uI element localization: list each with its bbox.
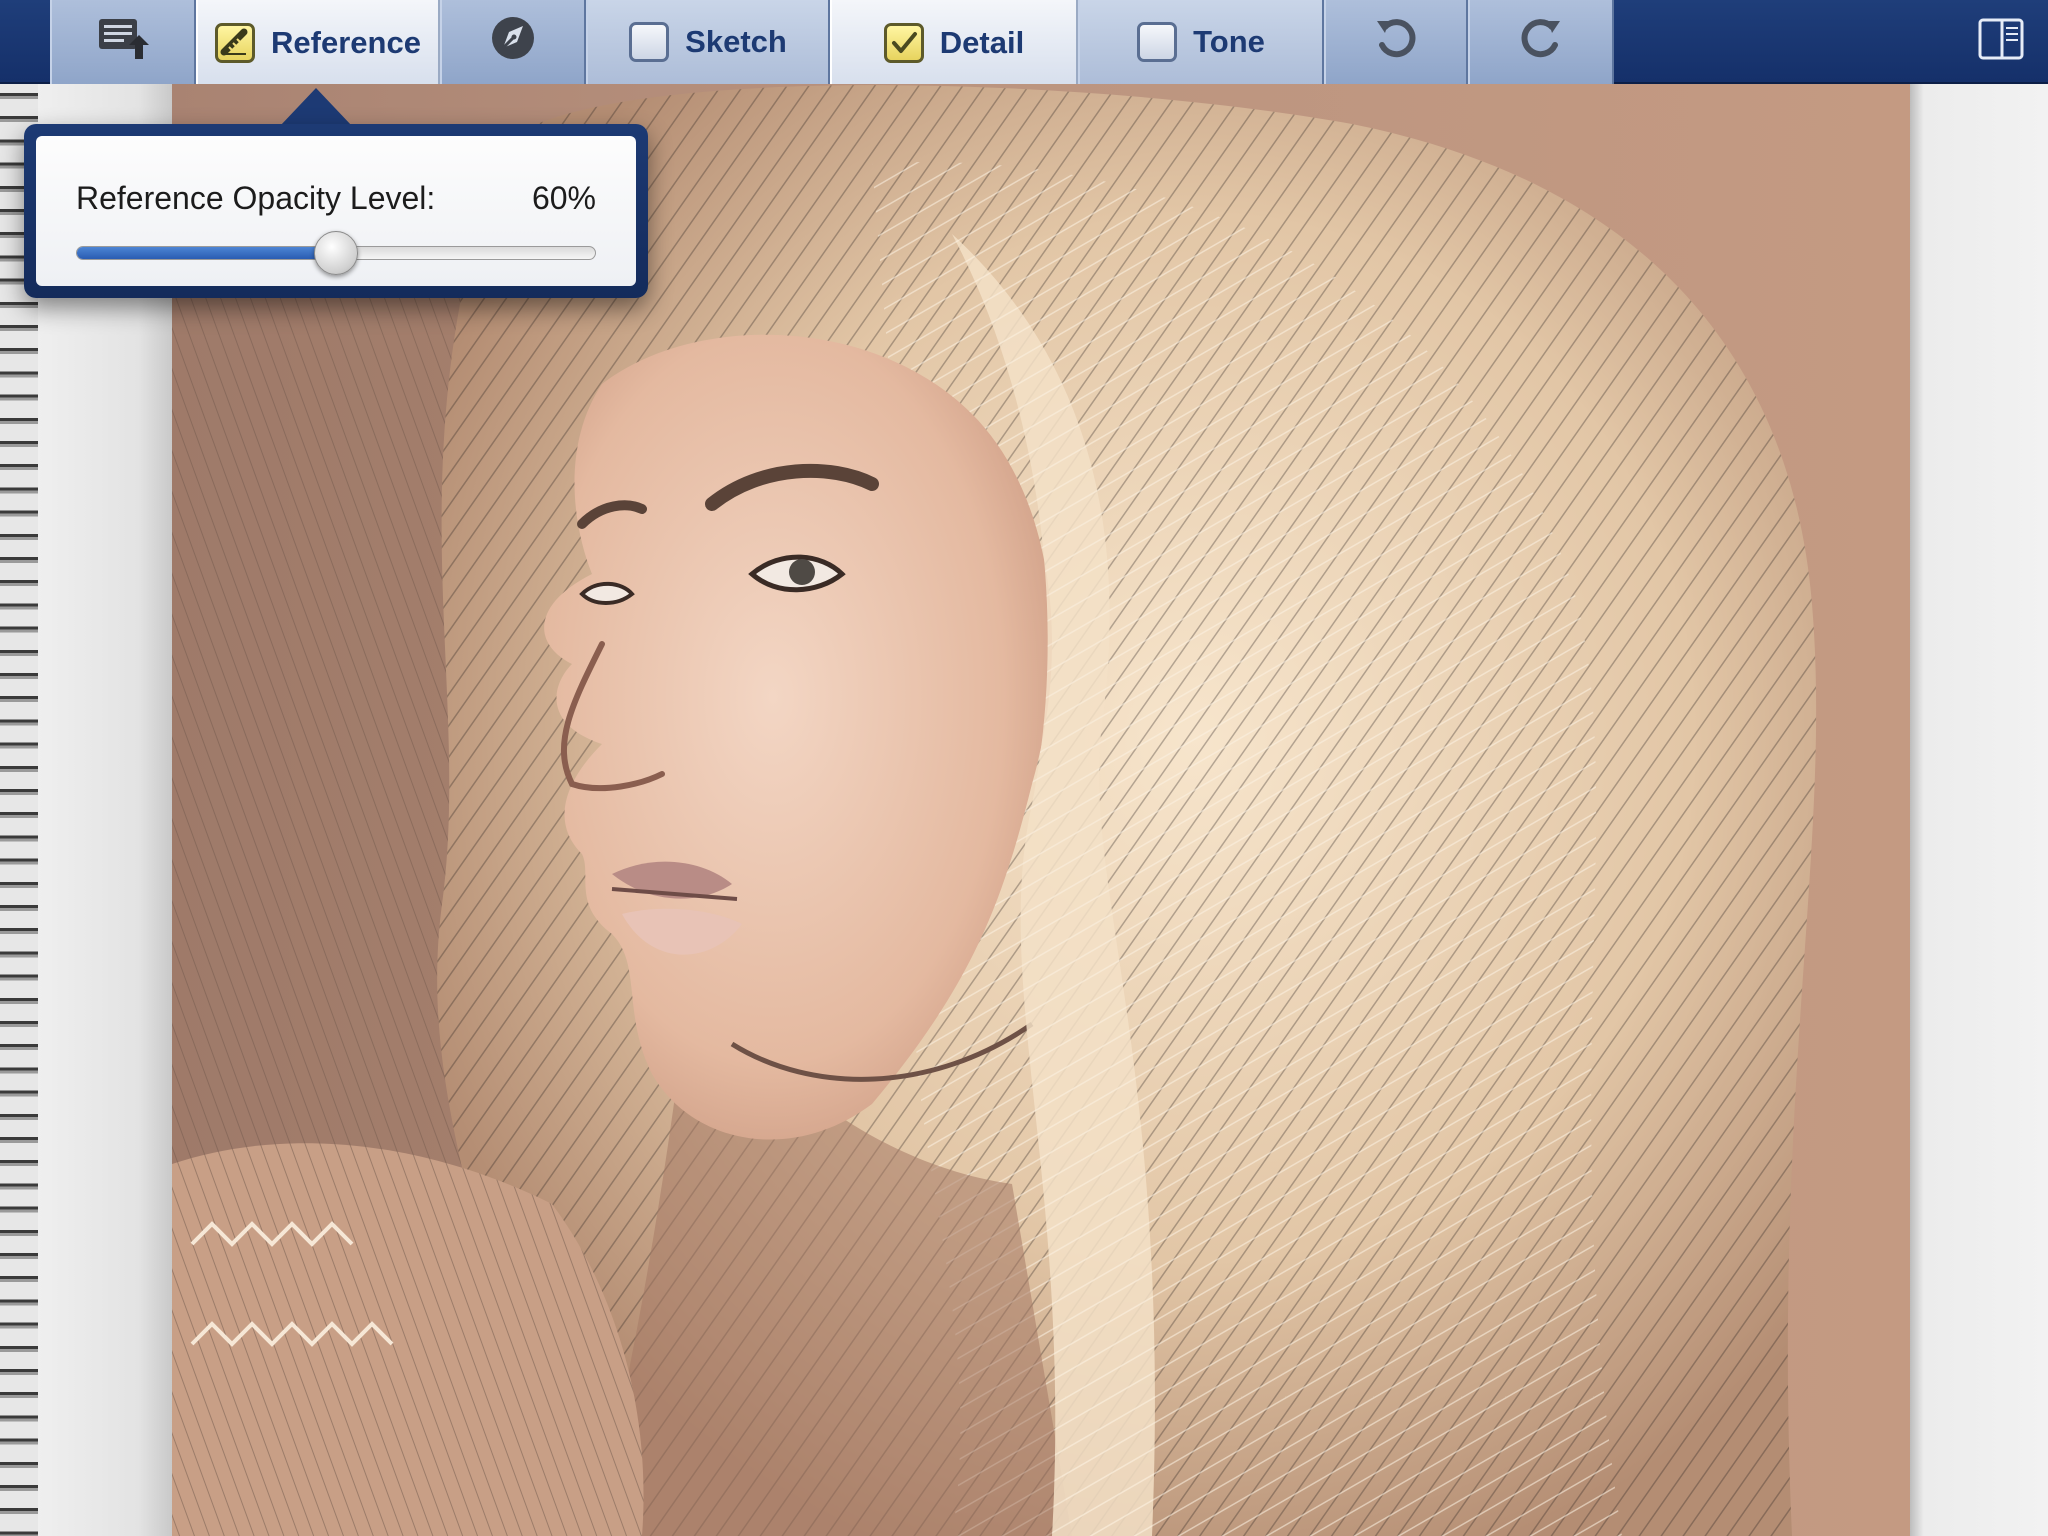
tab-reference-label: Reference [271,25,421,60]
reference-checkbox[interactable] [215,23,256,63]
top-toolbar: Reference Sketch Detail Tone [0,0,2048,86]
drawing-canvas[interactable] [172,84,1910,1536]
tone-checkbox[interactable] [1137,22,1178,62]
redo-icon [1518,15,1564,69]
opacity-slider-fill [77,247,336,259]
portrait-drawing [172,84,1910,1536]
opacity-label: Reference Opacity Level: [76,180,436,216]
tab-detail-label: Detail [939,25,1025,60]
split-view-button[interactable] [1974,14,2028,68]
checkmark-icon [891,32,917,53]
tab-tools[interactable] [440,0,586,84]
tab-sketch[interactable]: Sketch [586,0,830,84]
tab-gallery[interactable] [50,0,196,84]
opacity-slider[interactable] [76,231,596,275]
tab-tone[interactable]: Tone [1078,0,1324,84]
detail-checkbox[interactable] [883,23,924,63]
opacity-value: 60% [531,180,596,216]
paper-margin-left [38,84,172,1536]
tab-reference[interactable]: Reference [196,0,440,86]
paper-margin-right [1910,84,2048,1536]
pen-nib-icon [489,14,537,70]
undo-button[interactable] [1324,0,1468,84]
spiral-binding [0,84,38,1536]
redo-button[interactable] [1468,0,1614,84]
sketch-checkbox[interactable] [629,22,670,62]
split-view-icon [1978,18,2024,65]
popover-content: Reference Opacity Level: 60% [36,136,636,286]
reference-opacity-popover: Reference Opacity Level: 60% [24,124,648,298]
ruler-icon [220,28,248,56]
tab-tone-label: Tone [1193,24,1265,59]
tab-detail[interactable]: Detail [830,0,1078,86]
popover-arrow [280,88,352,126]
tab-sketch-label: Sketch [685,24,787,59]
gallery-export-icon [97,15,149,69]
undo-icon [1373,15,1419,69]
opacity-slider-thumb[interactable] [314,231,358,275]
